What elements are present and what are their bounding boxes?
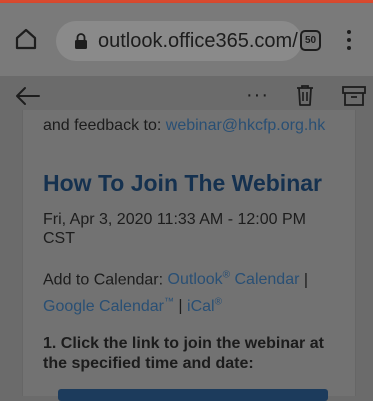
home-icon[interactable] [14, 27, 38, 51]
feedback-prefix: and feedback to: [43, 117, 166, 134]
feedback-line: and feedback to: webinar@hkcfp.org.hk [43, 117, 325, 135]
trash-icon[interactable] [296, 84, 314, 106]
more-options-button[interactable]: ··· [246, 84, 269, 107]
add-to-calendar-line: Add to Calendar: Outlook® Calendar | Goo… [43, 265, 343, 318]
outlook-calendar-link[interactable]: Outlook® Calendar [168, 270, 300, 288]
ical-link[interactable]: iCal® [187, 296, 222, 314]
separator: | [173, 297, 188, 315]
join-webinar-button[interactable] [58, 389, 328, 401]
section-heading: How To Join The Webinar [43, 170, 322, 196]
google-calendar-link[interactable]: Google Calendar™ [43, 296, 174, 314]
calendar-prefix: Add to Calendar: [43, 271, 168, 289]
event-date: Fri, Apr 3, 2020 11:33 AM - 12:00 PM CST [43, 211, 306, 247]
separator: | [299, 271, 309, 289]
feedback-email-link[interactable]: webinar@hkcfp.org.hk [166, 117, 325, 134]
browser-menu-icon[interactable] [344, 30, 354, 54]
archive-icon[interactable] [342, 85, 366, 107]
back-arrow-icon[interactable] [14, 86, 40, 106]
tab-switcher-button[interactable]: 50 [300, 30, 321, 51]
url-text[interactable]: outlook.office365.com/ [98, 30, 298, 53]
step-one-instruction: 1. Click the link to join the webinar at… [43, 335, 324, 372]
lock-icon [75, 33, 87, 49]
